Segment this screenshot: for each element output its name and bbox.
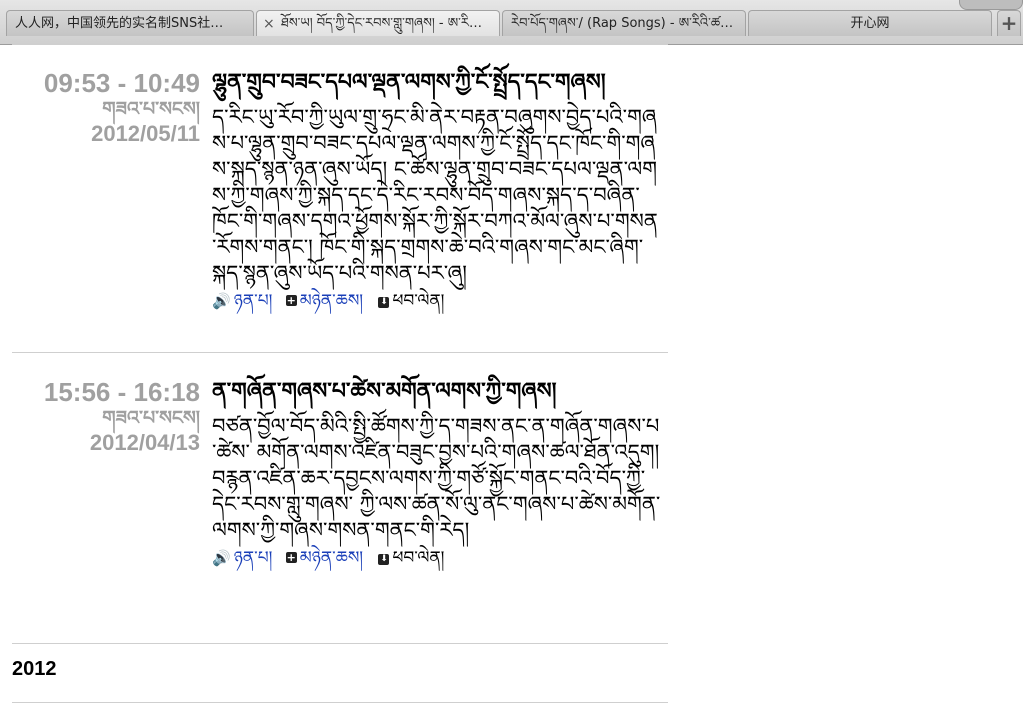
entry-times: 09:53 - 10:49 གཟའ་པ་སངས། 2012/05/11 xyxy=(22,68,200,146)
tab-label: ཐོས་ཡ། བོད་ཀྱི་དེང་རབས་གླུ་གཞས། - ཨ་རི… xyxy=(281,16,482,31)
entry-content: ལྷུན་གྲུབ་བཟང་དཔལ་ལྡན་ལགས་ཀྱི་ངོ་སྤྲོད་ད… xyxy=(212,68,662,312)
time-range: 09:53 - 10:49 xyxy=(43,68,200,98)
time-range: 15:56 - 16:18 xyxy=(43,377,200,407)
tab-label: 开心网 xyxy=(850,16,890,31)
tab-renren[interactable]: 人人网，中国领先的实名制SNS社… xyxy=(6,10,254,36)
entry-description: བཙན་བྱོལ་བོད་མིའི་སྤྱི་ཚོགས་ཀྱི་ད་གཟས་ནང… xyxy=(212,414,661,542)
entry-date: 2012/05/11 xyxy=(91,121,200,146)
browser-tab-bar: 人人网，中国领先的实名制SNS社… × ཐོས་ཡ། བོད་ཀྱི་དེང་ར… xyxy=(0,0,1023,45)
day-label: གཟའ་པ་སངས། xyxy=(102,408,200,429)
entry-actions: 🔊 ཉན་པ། + མཉེན་ཆས། ⬇ ཕབ་ལེན། xyxy=(212,547,662,569)
year-header: 2012 xyxy=(12,658,57,680)
plus-icon: + xyxy=(285,294,297,307)
plus-icon: + xyxy=(285,551,297,564)
new-tab-button[interactable]: + xyxy=(997,10,1021,36)
tab-label: རེབ་པོད་གཞས་/ (Rap Songs) - ཨ་རིའི་ཚ… xyxy=(511,16,734,31)
speaker-icon: 🔊 xyxy=(212,292,231,310)
tab-label: 人人网，中国领先的实名制SNS社… xyxy=(15,16,224,31)
download-label[interactable]: ཕབ་ལེན། xyxy=(392,291,444,311)
subscribe-link[interactable]: མཉེན་ཆས། xyxy=(300,291,363,311)
entry-title[interactable]: ལྷུན་གྲུབ་བཟང་དཔལ་ལྡན་ལགས་ཀྱི་ངོ་སྤྲོད་ད… xyxy=(212,68,662,98)
tab-tibetan-songs[interactable]: × ཐོས་ཡ། བོད་ཀྱི་དེང་རབས་གླུ་གཞས། - ཨ་རི… xyxy=(256,10,500,36)
entry-title[interactable]: ན་གཞོན་གཞས་པ་ཚེས་མགོན་ལགས་ཀྱི་གཞས། xyxy=(212,377,662,407)
entry-times: 15:56 - 16:18 གཟའ་པ་སངས། 2012/04/13 xyxy=(22,377,200,455)
entry-actions: 🔊 ཉན་པ། + མཉེན་ཆས། ⬇ ཕབ་ལེན། xyxy=(212,290,662,312)
tab-rap-songs[interactable]: རེབ་པོད་གཞས་/ (Rap Songs) - ཨ་རིའི་ཚ… xyxy=(502,10,746,36)
download-icon: ⬇ xyxy=(378,297,390,308)
divider xyxy=(12,352,668,353)
divider xyxy=(12,44,668,45)
close-icon[interactable]: × xyxy=(263,11,275,36)
subscribe-link[interactable]: མཉེན་ཆས། xyxy=(300,548,363,568)
entry-description: ད་རིང་ཡུ་རོབ་ཀྱི་ཡུལ་གྲུ་ཧྲང་མི་ནེར་བརྟན… xyxy=(212,105,658,285)
divider xyxy=(12,643,668,644)
speaker-icon: 🔊 xyxy=(212,549,231,567)
entry-date: 2012/04/13 xyxy=(89,430,200,455)
divider xyxy=(12,702,668,703)
day-label: གཟའ་པ་སངས། xyxy=(102,99,200,120)
listen-link[interactable]: ཉན་པ། xyxy=(234,548,273,568)
tab-kaixin[interactable]: 开心网 xyxy=(748,10,992,36)
listen-link[interactable]: ཉན་པ། xyxy=(234,291,273,311)
window-corner xyxy=(959,0,1023,10)
download-label[interactable]: ཕབ་ལེན། xyxy=(392,548,444,568)
download-icon: ⬇ xyxy=(378,554,390,565)
entry-content: ན་གཞོན་གཞས་པ་ཚེས་མགོན་ལགས་ཀྱི་གཞས། བཙན་བ… xyxy=(212,377,662,569)
